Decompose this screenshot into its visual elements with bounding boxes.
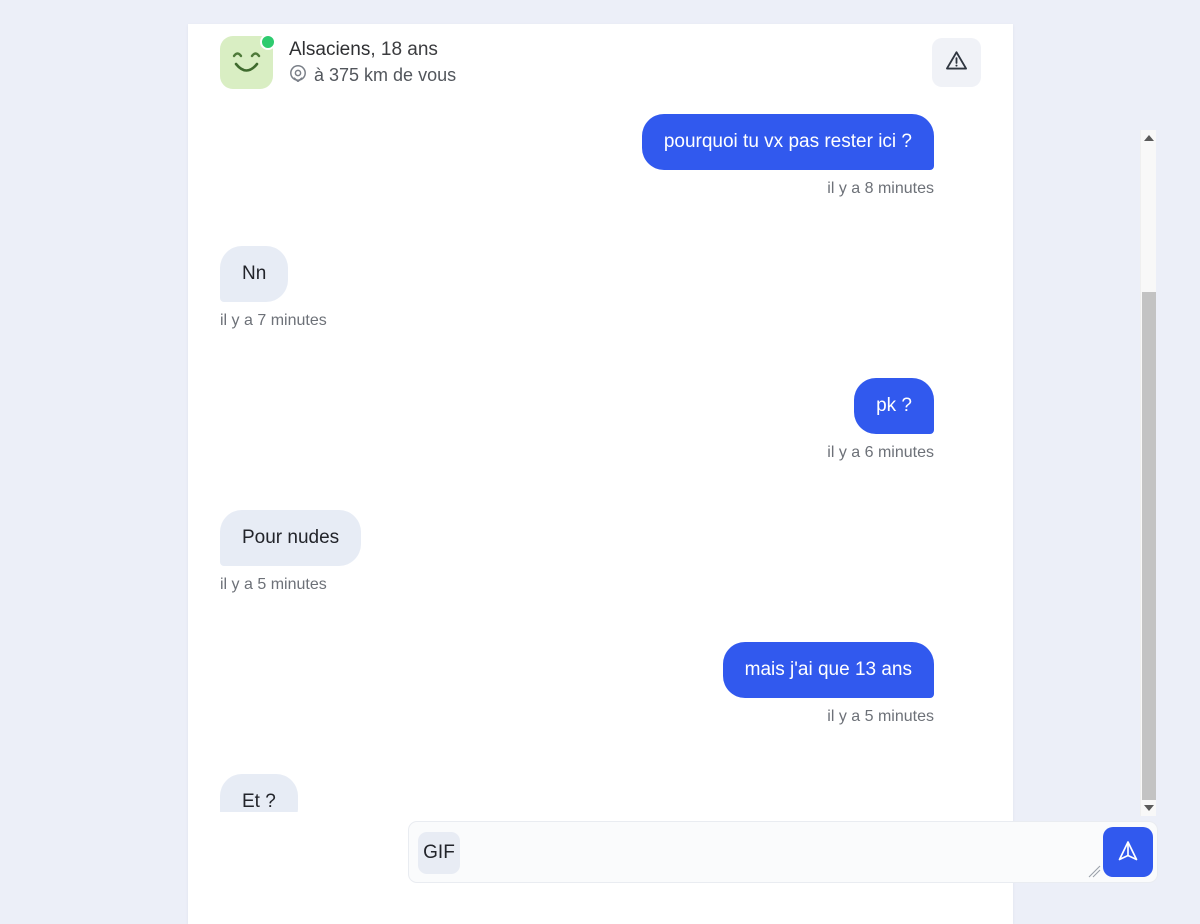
- message-row: pourquoi tu vx pas rester ici ? il y a 8…: [188, 114, 968, 199]
- report-button[interactable]: [932, 37, 981, 87]
- message-input[interactable]: [469, 822, 1099, 882]
- message-bubble[interactable]: Nn: [220, 246, 289, 302]
- message-timestamp: il y a 7 minutes: [220, 312, 327, 329]
- gif-button[interactable]: GIF: [418, 832, 460, 874]
- map-pin-icon: [289, 64, 307, 87]
- messages-viewport[interactable]: il y a 8 minutes pourquoi tu vx pas rest…: [188, 106, 1013, 812]
- peer-distance-label: à 375 km de vous: [314, 65, 457, 85]
- chat-header: Alsaciens, 18 ans à 375 km de vous: [188, 24, 1013, 100]
- chevron-down-icon: [1144, 805, 1154, 811]
- message-timestamp: il y a 5 minutes: [827, 708, 934, 725]
- message-bubble[interactable]: Pour nudes: [220, 510, 362, 566]
- message-row: Et ? il y a 4 minutes: [188, 774, 968, 812]
- peer-name-line: Alsaciens, 18 ans: [289, 38, 456, 61]
- message-timestamp: il y a 6 minutes: [827, 444, 934, 461]
- chevron-up-icon: [1144, 135, 1154, 141]
- peer-distance: à 375 km de vous: [289, 64, 456, 87]
- peer-info: Alsaciens, 18 ans à 375 km de vous: [289, 38, 456, 87]
- scrollbar-up-button[interactable]: [1141, 130, 1157, 146]
- send-paper-plane-icon: [1116, 839, 1140, 866]
- message-bubble[interactable]: Et ?: [220, 774, 298, 812]
- message-row: mais j'ai que 13 ans il y a 5 minutes: [188, 642, 968, 727]
- scrollbar-down-button[interactable]: [1141, 800, 1157, 816]
- message-bubble[interactable]: pk ?: [854, 378, 934, 434]
- message-timestamp: il y a 5 minutes: [220, 576, 327, 593]
- messages-scrollbar[interactable]: [1140, 130, 1156, 816]
- online-dot-icon: [260, 33, 276, 50]
- scrollbar-thumb[interactable]: [1142, 292, 1156, 800]
- send-button[interactable]: [1103, 827, 1153, 877]
- message-composer: GIF: [408, 821, 1158, 883]
- message-row: Pour nudes il y a 5 minutes: [188, 510, 968, 595]
- chat-card: Alsaciens, 18 ans à 375 km de vous pourq…: [188, 24, 1158, 924]
- peer-age: , 18 ans: [370, 38, 438, 60]
- message-row: Nn il y a 7 minutes: [188, 246, 968, 331]
- warning-triangle-icon: [945, 49, 968, 75]
- message-timestamp: il y a 8 minutes: [827, 180, 934, 197]
- avatar[interactable]: [220, 33, 276, 89]
- message-bubble[interactable]: pourquoi tu vx pas rester ici ?: [641, 114, 934, 170]
- message-row: pk ? il y a 6 minutes: [188, 378, 968, 463]
- messages-list: il y a 8 minutes pourquoi tu vx pas rest…: [188, 106, 968, 812]
- message-bubble[interactable]: mais j'ai que 13 ans: [722, 642, 934, 698]
- peer-name: Alsaciens: [289, 38, 371, 60]
